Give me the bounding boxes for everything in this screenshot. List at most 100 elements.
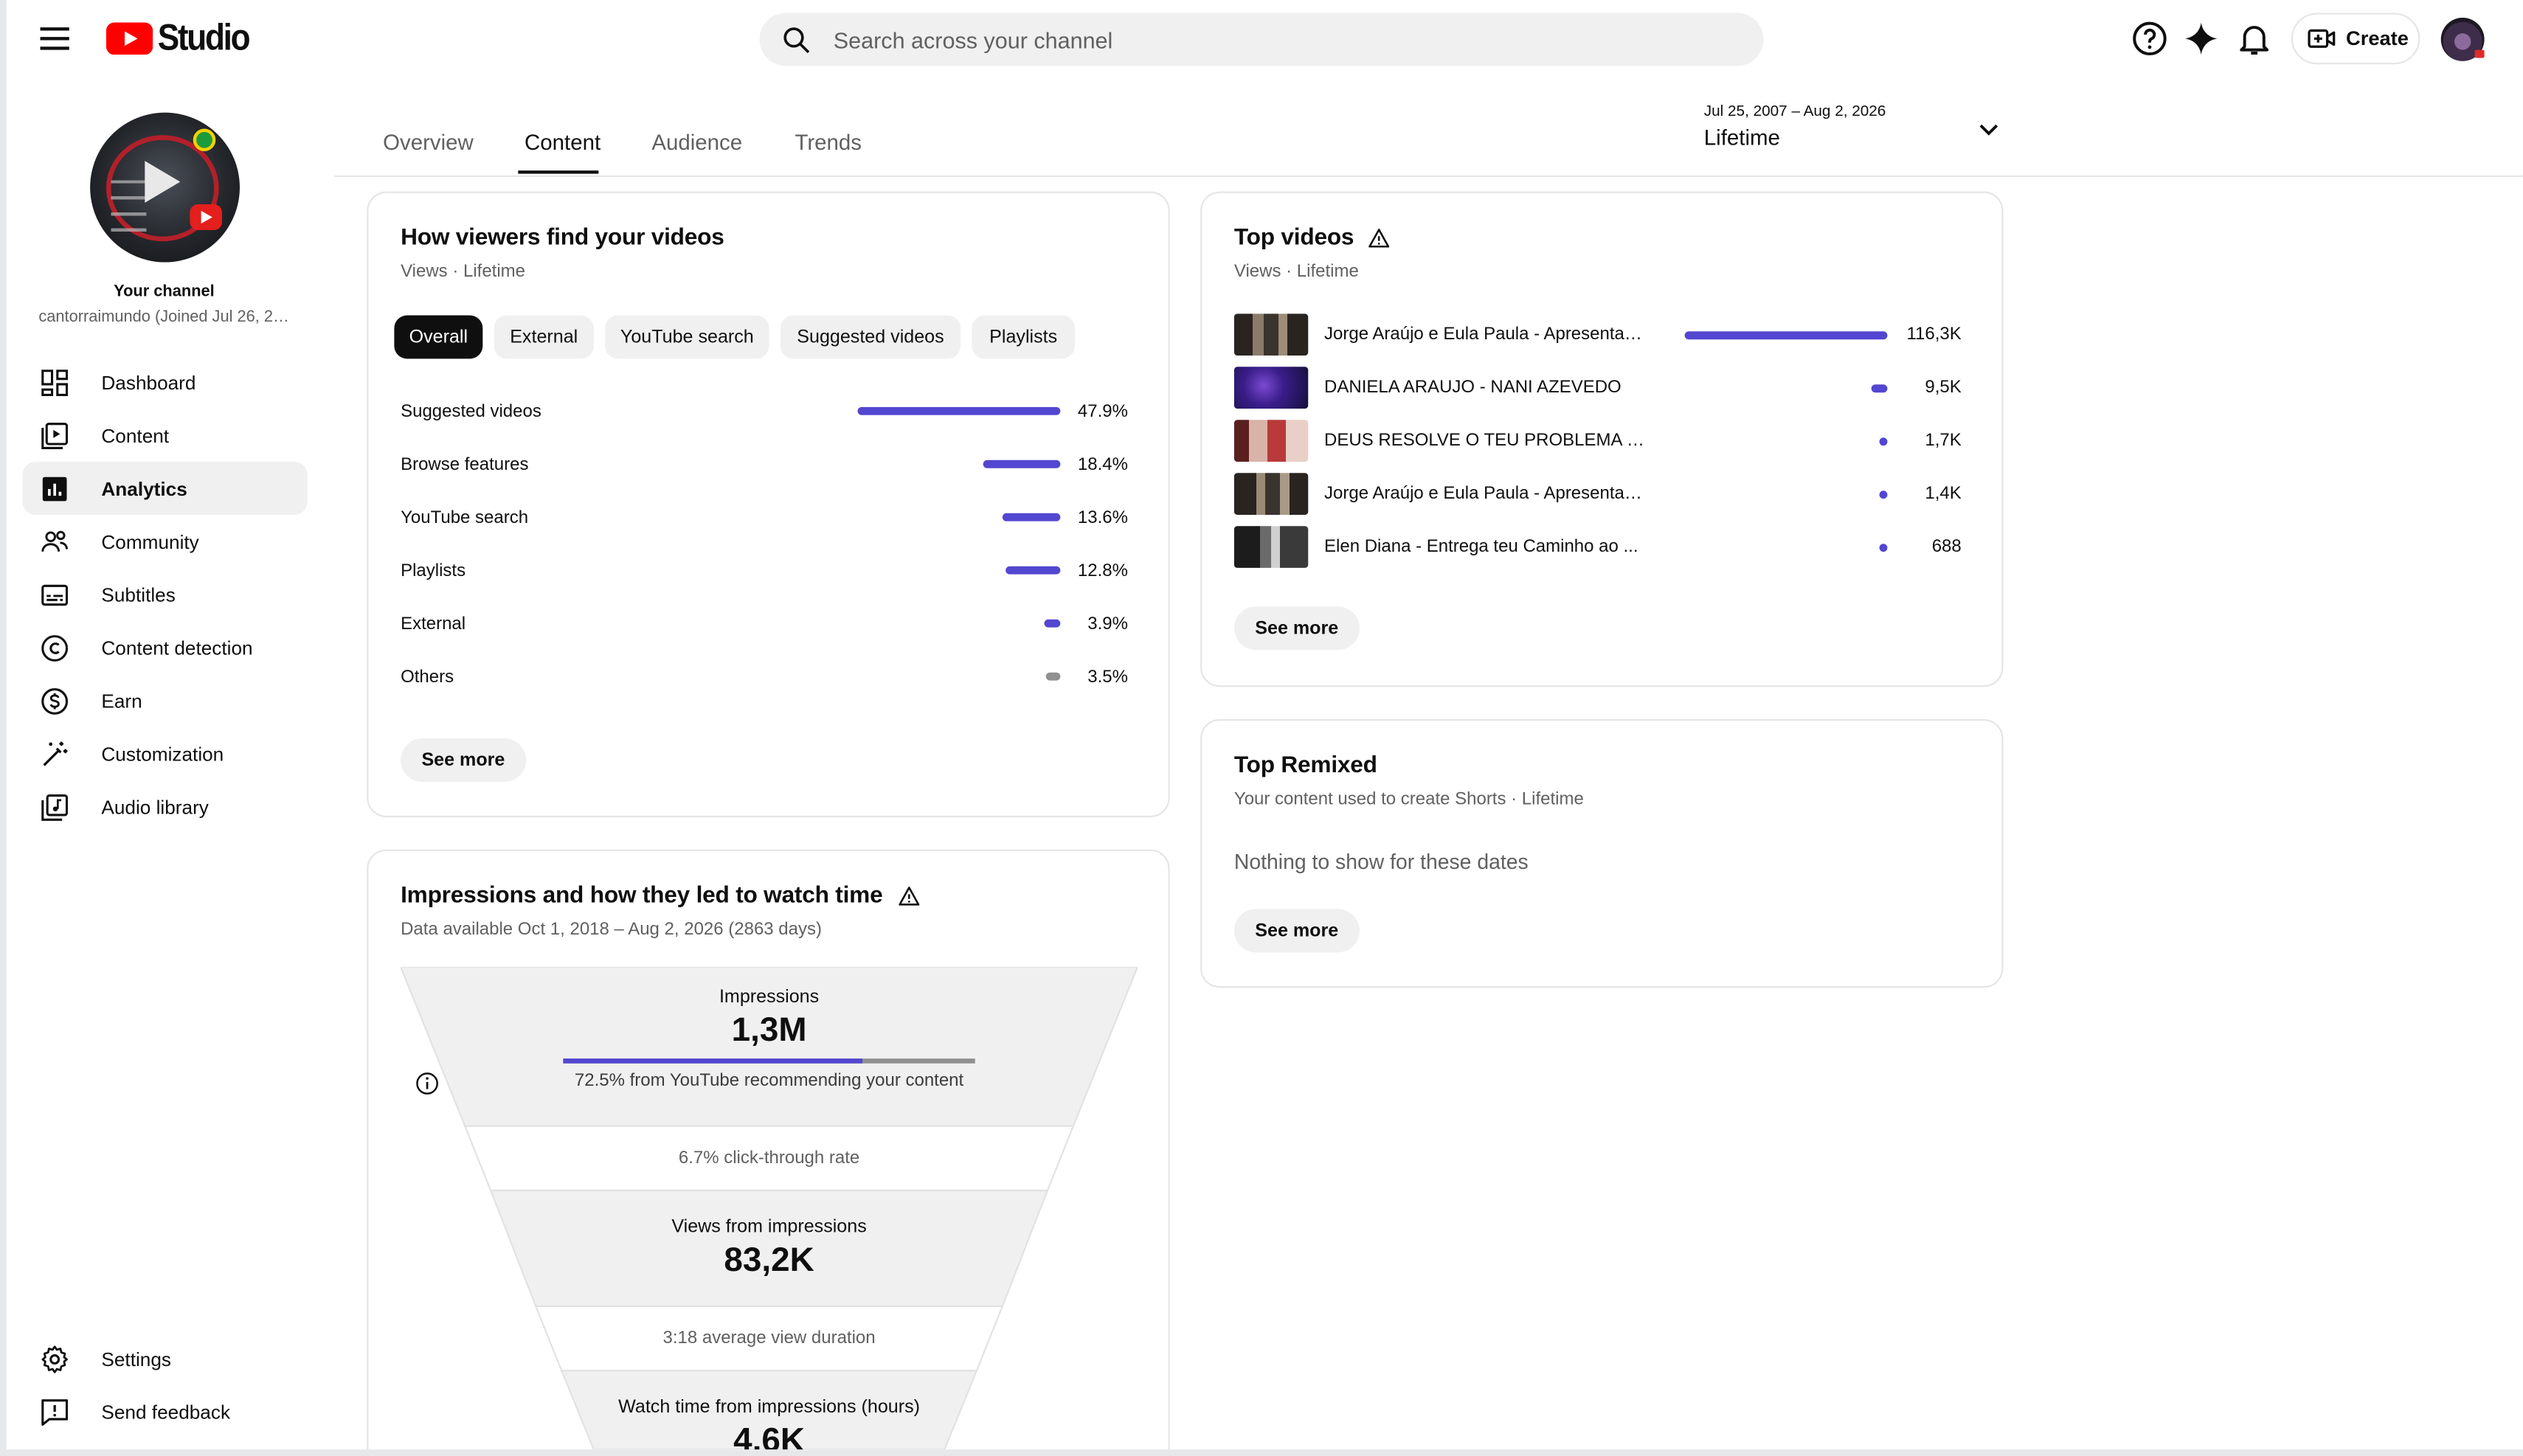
- video-title: Jorge Araújo e Eula Paula - Apresentação: [1324, 484, 1647, 504]
- chip-overall[interactable]: Overall: [394, 315, 483, 359]
- card-title-text: Top Remixed: [1233, 752, 1377, 779]
- sidebar-item-label: Dashboard: [101, 370, 196, 394]
- traffic-row-label: Others: [401, 668, 454, 687]
- sidebar-item-community[interactable]: Community: [23, 515, 308, 568]
- date-range-picker[interactable]: Jul 25, 2007 – Aug 2, 2026 Lifetime: [1696, 94, 2001, 158]
- subtitles-icon: [41, 583, 69, 606]
- sidebar-item-content-detection[interactable]: Content detection: [23, 621, 308, 674]
- video-row[interactable]: DEUS RESOLVE O TEU PROBLEMA - ... 1,7K: [1233, 420, 1962, 465]
- traffic-sources-card: How viewers find your videos Views · Lif…: [367, 191, 1170, 817]
- sidebar-item-label: Customization: [101, 742, 224, 766]
- chip-external[interactable]: External: [494, 315, 594, 359]
- sparkle-icon[interactable]: [2182, 19, 2221, 58]
- date-range-text: Jul 25, 2007 – Aug 2, 2026: [1703, 103, 1886, 121]
- search-input[interactable]: [833, 26, 1703, 52]
- date-range-label: Lifetime: [1703, 125, 1780, 150]
- video-row[interactable]: Jorge Araújo e Eula Paula - Apresentação…: [1233, 473, 1962, 518]
- active-tab-indicator: [518, 170, 599, 174]
- video-row[interactable]: Jorge Araújo e Eula Paula - Apresentação…: [1233, 313, 1962, 358]
- top-remixed-see-more-button[interactable]: See more: [1233, 909, 1360, 953]
- sidebar-item-label: Send feedback: [101, 1400, 231, 1424]
- sidebar-item-earn[interactable]: Earn: [23, 674, 308, 727]
- traffic-row-label: YouTube search: [401, 508, 529, 528]
- traffic-row: External 3.9%: [401, 610, 1128, 642]
- traffic-row-value: 3.9%: [1087, 614, 1128, 634]
- sidebar-item-label: Content detection: [101, 636, 253, 659]
- create-button[interactable]: Create: [2291, 13, 2420, 65]
- traffic-card-title: How viewers find your videos: [401, 225, 724, 251]
- sidebar-item-send-feedback[interactable]: Send feedback: [23, 1385, 308, 1438]
- traffic-row-value: 47.9%: [1077, 402, 1128, 422]
- studio-window: Studio Create Your channel cantorraimund…: [6, 0, 2523, 1450]
- video-title: Elen Diana - Entrega teu Caminho ao ...: [1324, 537, 1638, 557]
- traffic-row-value: 3.5%: [1087, 668, 1128, 687]
- top-videos-title: Top videos: [1234, 225, 1391, 251]
- info-icon[interactable]: [415, 1072, 440, 1096]
- top-bar: Studio Create: [7, 0, 2523, 77]
- sidebar: Your channel cantorraimundo (Joined Jul …: [7, 77, 335, 1449]
- empty-state-message: Nothing to show for these dates: [1233, 849, 1529, 874]
- analytics-tabs: Overview Content Audience Trends Jul 25,…: [334, 77, 2523, 177]
- channel-avatar[interactable]: [90, 112, 240, 263]
- channel-subtitle: cantorraimundo (Joined Jul 26, 2007): [38, 308, 297, 327]
- video-row[interactable]: Elen Diana - Entrega teu Caminho ao ... …: [1233, 526, 1962, 571]
- app-name: Studio: [157, 15, 251, 58]
- chip-suggested-videos[interactable]: Suggested videos: [780, 315, 961, 359]
- video-title: Jorge Araújo e Eula Paula - Apresentação: [1324, 325, 1647, 344]
- impressions-value: 1,3M: [731, 1011, 807, 1050]
- tab-audience[interactable]: Audience: [651, 131, 742, 155]
- top-remixed-subtitle: Your content used to create Shorts · Lif…: [1233, 789, 1584, 810]
- video-thumbnail: [1233, 473, 1309, 515]
- sidebar-item-subtitles[interactable]: Subtitles: [23, 568, 308, 621]
- video-views-value: 1,7K: [1925, 431, 1962, 451]
- sidebar-item-dashboard[interactable]: Dashboard: [23, 356, 308, 409]
- menu-icon[interactable]: [35, 19, 74, 58]
- community-icon: [41, 530, 68, 551]
- views-from-impressions-label: Views from impressions: [671, 1218, 867, 1238]
- top-remixed-title: Top Remixed: [1234, 753, 1377, 779]
- impressions-label: Impressions: [719, 988, 820, 1008]
- sidebar-item-customization[interactable]: Customization: [23, 727, 308, 780]
- account-avatar[interactable]: [2440, 17, 2485, 61]
- recommendation-share-fill: [563, 1058, 862, 1064]
- sidebar-item-audio-library[interactable]: Audio library: [23, 780, 308, 833]
- traffic-row-label: Suggested videos: [401, 402, 541, 422]
- top-videos-see-more-button[interactable]: See more: [1233, 606, 1360, 651]
- video-row[interactable]: DANIELA ARAUJO - NANI AZEVEDO 9,5K: [1233, 367, 1962, 412]
- search-icon: [783, 27, 810, 53]
- traffic-row-bar: [857, 406, 1061, 415]
- recommend-text-row: 72.5% from YouTube recommending your con…: [401, 1071, 1138, 1095]
- traffic-see-more-button[interactable]: See more: [401, 738, 526, 783]
- search-bar[interactable]: [759, 13, 1764, 66]
- brazil-flag-icon: [193, 128, 216, 152]
- avatar-graphic: [111, 180, 147, 238]
- dashboard-icon: [41, 369, 69, 395]
- channel-title: Your channel: [114, 282, 215, 301]
- tab-overview[interactable]: Overview: [383, 131, 474, 155]
- sidebar-item-label: Content: [101, 423, 170, 447]
- chip-youtube-search[interactable]: YouTube search: [605, 315, 769, 359]
- tab-content[interactable]: Content: [525, 131, 601, 155]
- sidebar-item-analytics[interactable]: Analytics: [22, 461, 308, 515]
- chip-playlists[interactable]: Playlists: [972, 315, 1075, 359]
- gear-icon: [41, 1345, 68, 1373]
- video-title: DANIELA ARAUJO - NANI AZEVEDO: [1324, 378, 1622, 398]
- video-thumbnail: [1233, 367, 1309, 409]
- card-title-text: Impressions and how they led to watch ti…: [401, 883, 883, 909]
- top-videos-card: Top videos Views · Lifetime Jorge Araújo…: [1200, 191, 2004, 687]
- traffic-row: Suggested videos 47.9%: [401, 398, 1128, 430]
- warning-icon[interactable]: [1368, 227, 1391, 250]
- sidebar-item-settings[interactable]: Settings: [23, 1332, 308, 1385]
- recommend-text: 72.5% from YouTube recommending your con…: [574, 1071, 964, 1091]
- sidebar-item-label: Earn: [101, 689, 142, 713]
- impressions-funnel: Impressions 1,3M 72.5% from YouTube reco…: [401, 966, 1138, 1450]
- notifications-bell-icon[interactable]: [2235, 19, 2274, 58]
- top-remixed-card: Top Remixed Your content used to create …: [1200, 718, 2004, 988]
- tab-trends[interactable]: Trends: [795, 131, 862, 155]
- help-icon[interactable]: [2131, 19, 2169, 58]
- sidebar-item-content[interactable]: Content: [23, 409, 308, 462]
- studio-logo[interactable]: Studio: [105, 15, 261, 60]
- views-from-impressions-value: 83,2K: [724, 1241, 814, 1279]
- video-add-icon: [2308, 29, 2336, 48]
- warning-icon[interactable]: [897, 885, 920, 908]
